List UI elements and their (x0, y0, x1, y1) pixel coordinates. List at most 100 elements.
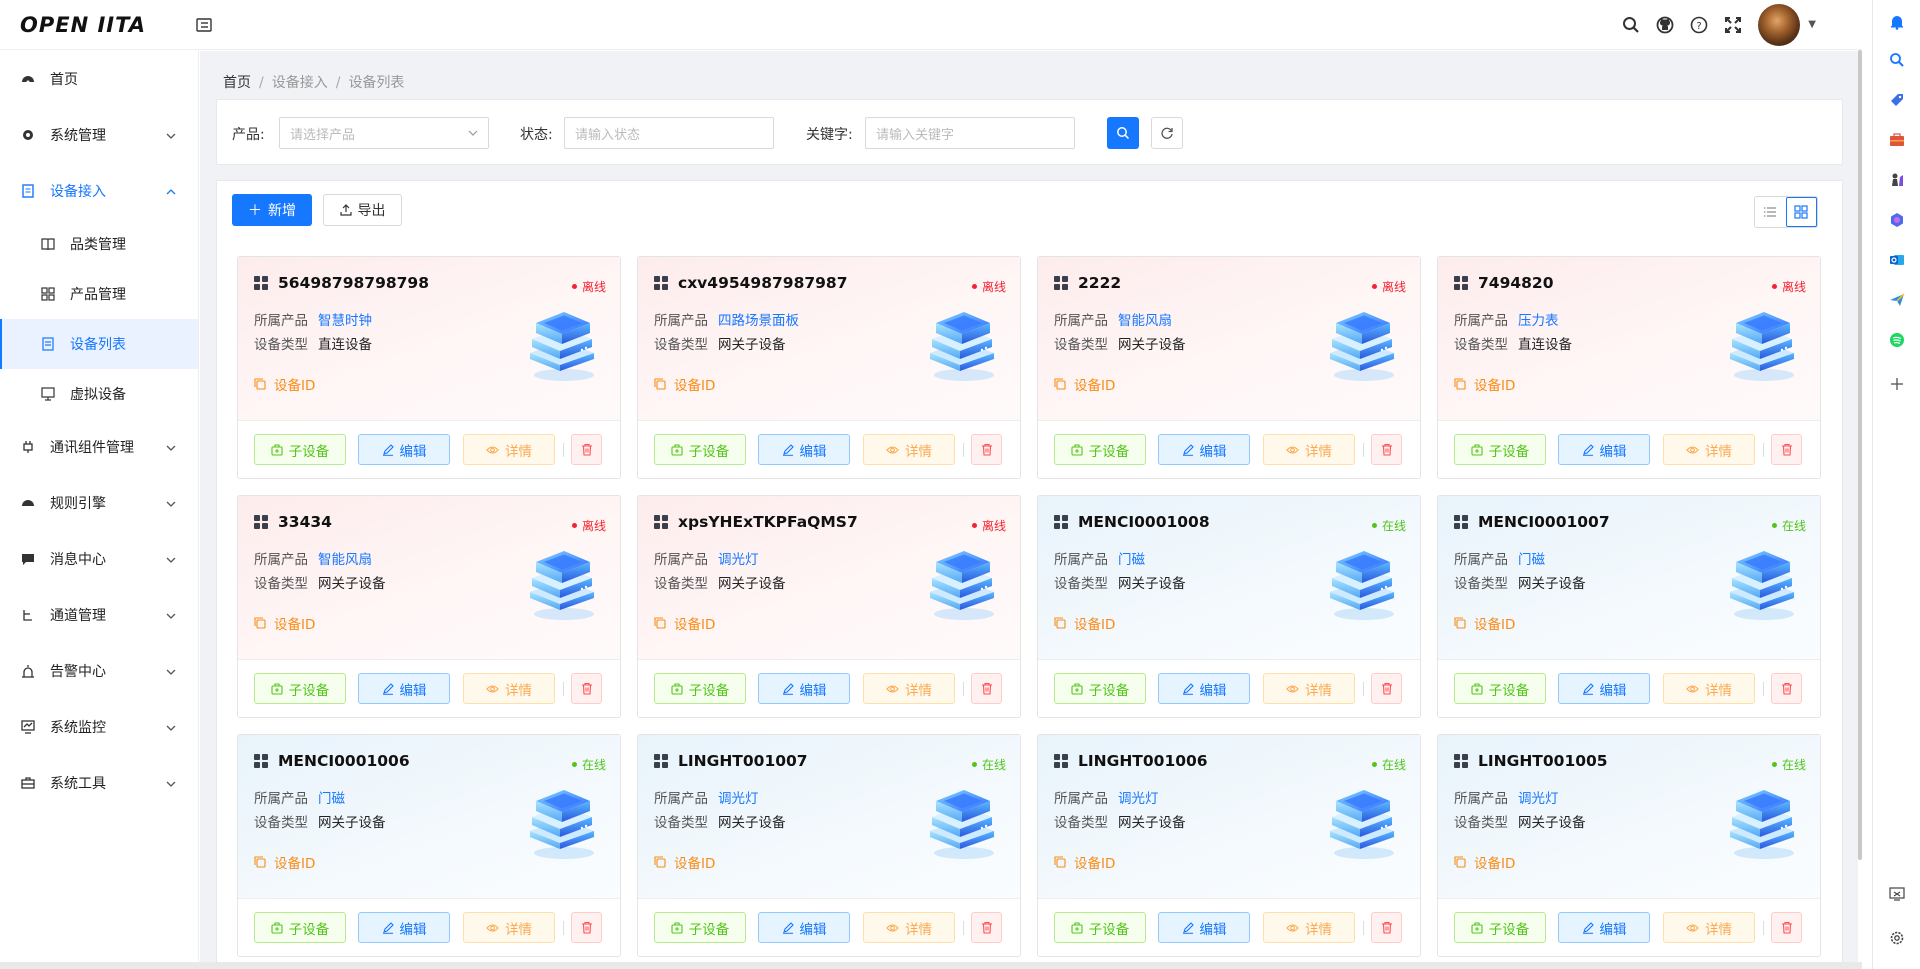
bell-icon[interactable] (1885, 10, 1909, 34)
tag-icon[interactable] (1885, 88, 1909, 112)
device-card[interactable]: 7494820 离线 所属产品 压力表 设备类型 直连设备 设备ID 子设备 编… (1437, 256, 1821, 479)
device-card[interactable]: cxv4954987987987 离线 所属产品 四路场景面板 设备类型 网关子设备… (637, 256, 1021, 479)
delete-button[interactable] (571, 434, 602, 465)
edit-button[interactable]: 编辑 (1558, 434, 1650, 465)
search-button[interactable] (1107, 117, 1139, 149)
sidebar-item-tools[interactable]: 系统工具 (0, 755, 198, 811)
detail-button[interactable]: 详情 (1663, 912, 1755, 943)
delete-button[interactable] (1371, 673, 1402, 704)
device-card[interactable]: 56498798798798 离线 所属产品 智慧时钟 设备类型 直连设备 设备ID (237, 256, 621, 479)
sidebar-item-messages[interactable]: 消息中心 (0, 531, 198, 587)
status-input[interactable]: 请输入状态 (564, 117, 774, 149)
sub-device-button[interactable]: 子设备 (654, 673, 746, 704)
delete-button[interactable] (1771, 912, 1802, 943)
copy-device-id-button[interactable]: 设备ID (1054, 852, 1115, 872)
search-icon[interactable] (1614, 8, 1648, 42)
sidebar-item-home[interactable]: 首页 (0, 51, 198, 107)
product-select[interactable]: 请选择产品 (279, 117, 489, 149)
device-card[interactable]: xpsYHExTKPFaQMS7 离线 所属产品 调光灯 设备类型 网关子设备 设备… (637, 495, 1021, 718)
detail-button[interactable]: 详情 (863, 434, 955, 465)
sidebar-item-alarm[interactable]: 告警中心 (0, 643, 198, 699)
breadcrumb-level1[interactable]: 设备接入 (272, 75, 328, 91)
app-logo[interactable]: OPEN IITA (20, 13, 170, 37)
breadcrumb-home[interactable]: 首页 (223, 75, 251, 91)
product-link[interactable]: 门磁 (1518, 552, 1545, 568)
copy-device-id-button[interactable]: 设备ID (1454, 852, 1515, 872)
product-link[interactable]: 智能风扇 (1118, 313, 1172, 329)
screen-capture-icon[interactable] (1885, 882, 1909, 906)
export-button[interactable]: 导出 (323, 194, 402, 226)
device-card[interactable]: MENCI0001007 在线 所属产品门磁 设备类型网关子设备 设备ID (1437, 495, 1821, 718)
device-card[interactable]: LINGHT001006 在线 所属产品调光灯 设备类型网关子设备 设备ID (1037, 734, 1421, 957)
chevron-down-icon[interactable]: ▼ (1808, 19, 1816, 30)
copy-device-id-button[interactable]: 设备ID (254, 374, 315, 394)
gear-icon[interactable] (1885, 926, 1909, 950)
device-card[interactable]: 2222 离线 所属产品 智能风扇 设备类型 网关子设备 设备ID 子设备 编辑… (1037, 256, 1421, 479)
search-icon[interactable] (1885, 48, 1909, 72)
product-link[interactable]: 调光灯 (1518, 791, 1559, 807)
sub-device-button[interactable]: 子设备 (1054, 673, 1146, 704)
sidebar-collapse-button[interactable] (192, 13, 216, 37)
sub-device-button[interactable]: 子设备 (254, 912, 346, 943)
reset-button[interactable] (1151, 117, 1183, 149)
product-link[interactable]: 智慧时钟 (318, 313, 372, 329)
scrollbar[interactable] (1858, 50, 1862, 860)
sub-device-button[interactable]: 子设备 (654, 434, 746, 465)
delete-button[interactable] (571, 673, 602, 704)
delete-button[interactable] (971, 912, 1002, 943)
delete-button[interactable] (971, 673, 1002, 704)
detail-button[interactable]: 详情 (1663, 434, 1755, 465)
edit-button[interactable]: 编辑 (1158, 912, 1250, 943)
sub-device-button[interactable]: 子设备 (1454, 673, 1546, 704)
detail-button[interactable]: 详情 (863, 673, 955, 704)
edit-button[interactable]: 编辑 (758, 673, 850, 704)
device-card[interactable]: LINGHT001007 在线 所属产品调光灯 设备类型网关子设备 设备ID (637, 734, 1021, 957)
add-button[interactable]: ＋ 新增 (232, 194, 312, 226)
product-link[interactable]: 门磁 (318, 791, 345, 807)
product-link[interactable]: 压力表 (1518, 313, 1559, 329)
edit-button[interactable]: 编辑 (758, 912, 850, 943)
detail-button[interactable]: 详情 (1663, 673, 1755, 704)
product-link[interactable]: 调光灯 (718, 791, 759, 807)
detail-button[interactable]: 详情 (1263, 912, 1355, 943)
product-link[interactable]: 四路场景面板 (718, 313, 799, 329)
detail-button[interactable]: 详情 (463, 673, 555, 704)
sidebar-item-channel[interactable]: 通道管理 (0, 587, 198, 643)
detail-button[interactable]: 详情 (463, 912, 555, 943)
card-view-button[interactable] (1785, 197, 1817, 227)
sidebar-item-system[interactable]: 系统管理 (0, 107, 198, 163)
detail-button[interactable]: 详情 (1263, 434, 1355, 465)
device-card[interactable]: LINGHT001005 在线 所属产品调光灯 设备类型网关子设备 设备ID (1437, 734, 1821, 957)
sub-device-button[interactable]: 子设备 (1454, 912, 1546, 943)
sub-device-button[interactable]: 子设备 (1454, 434, 1546, 465)
list-view-button[interactable] (1755, 197, 1786, 227)
delete-button[interactable] (1771, 434, 1802, 465)
sidebar-item-comm[interactable]: 通讯组件管理 (0, 419, 198, 475)
edit-button[interactable]: 编辑 (1158, 673, 1250, 704)
help-icon[interactable]: ? (1682, 8, 1716, 42)
device-card[interactable]: 33434 离线 所属产品 智能风扇 设备类型 网关子设备 设备ID 子设备 编… (237, 495, 621, 718)
delete-button[interactable] (1371, 434, 1402, 465)
copy-device-id-button[interactable]: 设备ID (654, 613, 715, 633)
copy-device-id-button[interactable]: 设备ID (254, 613, 315, 633)
product-link[interactable]: 门磁 (1118, 552, 1145, 568)
copy-device-id-button[interactable]: 设备ID (254, 852, 315, 872)
copilot-icon[interactable] (1885, 208, 1909, 232)
fullscreen-icon[interactable] (1716, 8, 1750, 42)
delete-button[interactable] (1771, 673, 1802, 704)
copy-device-id-button[interactable]: 设备ID (1454, 613, 1515, 633)
edit-button[interactable]: 编辑 (758, 434, 850, 465)
delete-button[interactable] (1371, 912, 1402, 943)
edit-button[interactable]: 编辑 (1558, 912, 1650, 943)
edit-button[interactable]: 编辑 (1558, 673, 1650, 704)
briefcase-icon[interactable] (1885, 128, 1909, 152)
product-link[interactable]: 调光灯 (1118, 791, 1159, 807)
sub-device-button[interactable]: 子设备 (654, 912, 746, 943)
spotify-icon[interactable] (1885, 328, 1909, 352)
keyword-input[interactable]: 请输入关键字 (865, 117, 1075, 149)
sub-device-button[interactable]: 子设备 (1054, 912, 1146, 943)
copy-device-id-button[interactable]: 设备ID (654, 374, 715, 394)
sidebar-item-device-access[interactable]: 设备接入 (0, 163, 198, 219)
chess-icon[interactable] (1885, 168, 1909, 192)
copy-device-id-button[interactable]: 设备ID (654, 852, 715, 872)
